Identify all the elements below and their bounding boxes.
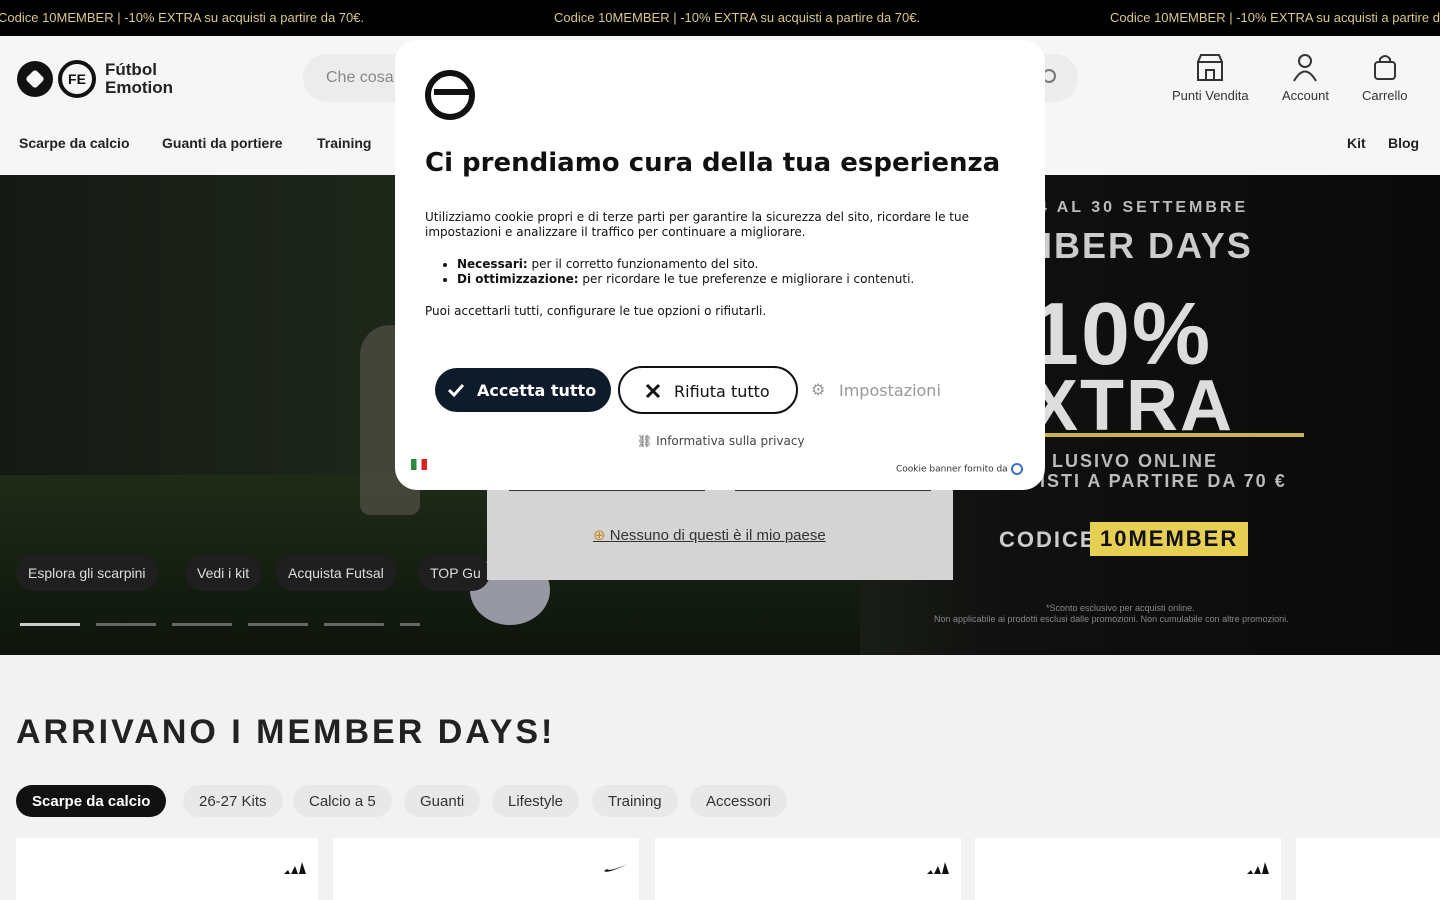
cookie-category-optimization: Di ottimizzazione: per ricordare le tue … bbox=[457, 272, 914, 287]
ticker-text: Codice 10MEMBER | -10% EXTRA su acquisti… bbox=[0, 10, 365, 25]
cookie-outro: Puoi accettarli tutti, configurare le tu… bbox=[425, 304, 767, 318]
world-icon: ⊕ bbox=[593, 527, 610, 544]
explore-boots-button[interactable]: Esplora gli scarpini bbox=[16, 555, 158, 591]
cookie-consent-modal: Ci prendiamo cura della tua esperienza U… bbox=[395, 40, 1045, 490]
product-card[interactable] bbox=[655, 838, 961, 900]
ticker-text: Codice 10MEMBER | -10% EXTRA su acquisti… bbox=[554, 10, 921, 25]
no-country-link[interactable]: ⊕ Nessuno di questi è il mio paese bbox=[593, 526, 826, 544]
section-title: ARRIVANO I MEMBER DAYS! bbox=[16, 713, 556, 751]
store-icon bbox=[1197, 54, 1224, 81]
product-card[interactable] bbox=[975, 838, 1281, 900]
cookie-powered-by[interactable]: Cookie banner fornito da bbox=[896, 463, 1023, 475]
chip-boots[interactable]: Scarpe da calcio bbox=[16, 785, 167, 817]
promo-minimum: ISTI A PARTIRE DA 70 € bbox=[1040, 471, 1287, 491]
product-card[interactable] bbox=[1296, 838, 1440, 900]
nav-item-training[interactable]: Training bbox=[317, 135, 371, 151]
carousel-dot[interactable] bbox=[400, 623, 420, 626]
nav-item-kit[interactable]: Kit bbox=[1347, 135, 1366, 151]
ball-icon bbox=[17, 61, 53, 97]
brand-logo-icon bbox=[425, 70, 475, 120]
nike-logo-icon bbox=[604, 864, 628, 872]
carousel-dot[interactable] bbox=[172, 623, 232, 626]
ticker-text: Codice 10MEMBER | -10% EXTRA su acquisti… bbox=[1110, 10, 1440, 25]
carousel-dot[interactable] bbox=[248, 623, 308, 626]
promo-date: 4 AL 30 SETTEMBRE bbox=[1038, 199, 1249, 216]
promo-disclaimer: Non applicabile ai prodotti esclusi dall… bbox=[934, 614, 1289, 624]
cookie-category-necessary: Necessari: per il corretto funzionamento… bbox=[457, 257, 914, 272]
promo-title: MBER DAYS bbox=[1022, 225, 1253, 266]
nav-item-blog[interactable]: Blog bbox=[1388, 135, 1419, 151]
carousel-dot[interactable] bbox=[324, 623, 384, 626]
carousel-dot-active[interactable] bbox=[20, 623, 80, 626]
gear-icon: ⚙ bbox=[811, 380, 826, 399]
stores-link[interactable]: Punti Vendita bbox=[1172, 52, 1249, 103]
cart-label: Carrello bbox=[1362, 88, 1408, 103]
close-icon bbox=[645, 383, 661, 399]
promo-note: *Sconto esclusivo per acquisti online. bbox=[1046, 603, 1195, 613]
cookie-intro: Utilizziamo cookie propri e di terze par… bbox=[425, 210, 969, 239]
kits-button[interactable]: Vedi i kit bbox=[185, 555, 262, 591]
stores-label: Punti Vendita bbox=[1172, 88, 1249, 103]
provider-badge-icon bbox=[1010, 463, 1023, 475]
chip-kits[interactable]: 26-27 Kits bbox=[183, 785, 283, 817]
chip-accessories[interactable]: Accessori bbox=[690, 785, 788, 817]
top-gloves-button[interactable]: TOP Gu bbox=[418, 555, 490, 591]
carousel-dot[interactable] bbox=[96, 623, 156, 626]
logo-text: Fútbol Emotion bbox=[105, 60, 173, 97]
promo-code: 10MEMBER bbox=[1090, 522, 1249, 556]
nav-item-boots[interactable]: Scarpe da calcio bbox=[19, 135, 130, 151]
promo-underline bbox=[1040, 433, 1304, 437]
promo-exclusive: LUSIVO ONLINE bbox=[1052, 451, 1219, 471]
language-flag-icon[interactable] bbox=[411, 459, 427, 470]
chip-training[interactable]: Training bbox=[592, 785, 678, 817]
cart-link[interactable]: Carrello bbox=[1362, 52, 1408, 103]
accept-all-button[interactable]: Accetta tutto bbox=[435, 368, 611, 412]
chip-futsal[interactable]: Calcio a 5 bbox=[293, 785, 392, 817]
chip-gloves[interactable]: Guanti bbox=[404, 785, 481, 817]
check-icon bbox=[447, 383, 465, 397]
adidas-logo-icon bbox=[927, 862, 949, 874]
nav-item-gloves[interactable]: Guanti da portiere bbox=[162, 135, 283, 151]
account-label: Account bbox=[1282, 88, 1329, 103]
product-card[interactable] bbox=[333, 838, 639, 900]
cookie-title: Ci prendiamo cura della tua esperienza bbox=[425, 148, 1001, 178]
settings-button[interactable]: ⚙ Impostazioni bbox=[811, 380, 941, 400]
chip-lifestyle[interactable]: Lifestyle bbox=[492, 785, 580, 817]
cookie-categories: Necessari: per il corretto funzionamento… bbox=[457, 257, 914, 287]
account-link[interactable]: Account bbox=[1282, 52, 1329, 103]
bag-icon bbox=[1373, 55, 1396, 80]
product-card[interactable] bbox=[16, 838, 318, 900]
futsal-button[interactable]: Acquista Futsal bbox=[276, 555, 396, 591]
user-icon bbox=[1293, 54, 1318, 82]
site-logo[interactable]: FE Fútbol Emotion bbox=[17, 60, 173, 98]
adidas-logo-icon bbox=[1247, 862, 1269, 874]
adidas-logo-icon bbox=[284, 862, 306, 874]
logo-emblem: FE bbox=[58, 60, 96, 98]
reject-all-button[interactable]: Rifiuta tutto bbox=[618, 366, 798, 414]
promo-ticker: Codice 10MEMBER | -10% EXTRA su acquisti… bbox=[0, 0, 1440, 36]
privacy-link[interactable]: ⛓ Informativa sulla privacy bbox=[637, 434, 805, 448]
link-icon: ⛓ bbox=[637, 434, 657, 448]
